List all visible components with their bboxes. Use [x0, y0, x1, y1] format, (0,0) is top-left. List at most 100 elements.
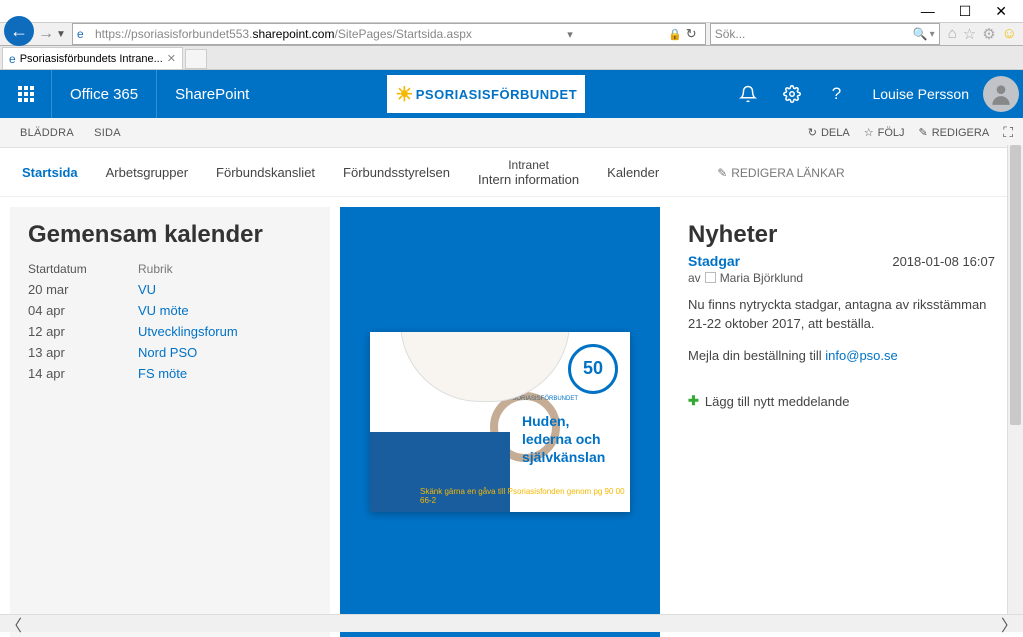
pencil-icon: ✎ [919, 126, 928, 139]
help-button[interactable]: ? [814, 70, 858, 118]
pencil-icon: ✎ [717, 166, 727, 180]
nav-kalender[interactable]: Kalender [607, 165, 659, 180]
promo-panel: 50 PSORIASISFÖRBUNDET Huden, lederna och… [340, 207, 660, 637]
app-launcher-button[interactable] [0, 70, 52, 118]
site-top-nav: Startsida Arbetsgrupper Förbundskansliet… [0, 148, 1023, 197]
nav-arbetsgrupper[interactable]: Arbetsgrupper [106, 165, 188, 180]
news-panel: Nyheter Stadgar 2018-01-08 16:07 av Mari… [670, 207, 1013, 637]
url-host: sharepoint.com [252, 27, 334, 41]
bell-icon [739, 85, 757, 103]
user-name[interactable]: Louise Persson [858, 86, 983, 102]
calendar-row: 14 apr FS möte [28, 363, 312, 384]
brand-text: PSORIASISFÖRBUNDET [416, 87, 577, 102]
horizontal-scrollbar[interactable]: 〈 〉 [0, 614, 1023, 632]
ribbon-tab-page[interactable]: SIDA [84, 127, 131, 139]
cal-date: 04 apr [28, 303, 138, 318]
home-icon[interactable]: ⌂ [948, 25, 957, 43]
tools-icon[interactable]: ⚙ [982, 25, 995, 43]
nav-dropdown-icon[interactable]: ▾ [561, 28, 573, 41]
add-announcement-button[interactable]: ✚ Lägg till nytt meddelande [688, 393, 995, 409]
minimize-button[interactable]: — [921, 3, 935, 19]
search-icon[interactable]: 🔍 [913, 27, 928, 41]
waffle-icon [18, 86, 34, 102]
forward-button[interactable]: → [36, 25, 56, 43]
url-prefix: https://psoriasisforbundet553. [95, 27, 252, 41]
page-content: Gemensam kalender Startdatum Rubrik 20 m… [0, 197, 1023, 637]
cal-event-link[interactable]: Nord PSO [138, 345, 197, 360]
nav-startsida[interactable]: Startsida [22, 165, 78, 180]
browser-search-input[interactable]: Sök... 🔍 ▾ [710, 23, 940, 45]
site-logo[interactable]: ☀ PSORIASISFÖRBUNDET [387, 75, 585, 113]
url-path: /SitePages/Startsida.aspx [334, 27, 471, 41]
search-placeholder: Sök... [715, 27, 746, 41]
calendar-col-date: Startdatum [28, 262, 138, 276]
nav-forbundsstyrelsen[interactable]: Förbundsstyrelsen [343, 165, 450, 180]
maximize-button[interactable]: ☐ [959, 3, 972, 20]
cal-date: 13 apr [28, 345, 138, 360]
news-byline: av Maria Björklund [688, 271, 995, 285]
edit-button[interactable]: ✎REDIGERA [919, 126, 990, 139]
follow-button[interactable]: ☆FÖLJ [864, 126, 905, 139]
search-dropdown-icon[interactable]: ▾ [928, 29, 935, 40]
sharepoint-link[interactable]: SharePoint [157, 86, 267, 103]
page-ribbon: BLÄDDRA SIDA ↻DELA ☆FÖLJ ✎REDIGERA ⛶ [0, 118, 1023, 148]
nav-forbundskansliet[interactable]: Förbundskansliet [216, 165, 315, 180]
cal-date: 20 mar [28, 282, 138, 297]
ie-icon: e [77, 27, 91, 41]
gear-icon [783, 85, 801, 103]
browser-toolbar-icons: ⌂ ☆ ⚙ ☺ [942, 25, 1023, 43]
ribbon-tab-browse[interactable]: BLÄDDRA [10, 127, 84, 139]
tab-title: Psoriasisförbundets Intrane... [20, 53, 163, 65]
cal-event-link[interactable]: VU möte [138, 303, 189, 318]
plus-icon: ✚ [688, 393, 699, 409]
share-icon: ↻ [808, 126, 817, 139]
news-author[interactable]: Maria Björklund [720, 271, 803, 285]
news-title: Nyheter [688, 221, 995, 249]
close-button[interactable]: ✕ [995, 3, 1007, 20]
browser-toolbar: ← → ▼ e https://psoriasisforbundet553.sh… [0, 22, 1023, 46]
email-link[interactable]: info@pso.se [825, 348, 897, 363]
nav-intern-information[interactable]: Intranet Intern information [478, 158, 579, 188]
lock-icon: 🔒 [662, 28, 682, 41]
share-button[interactable]: ↻DELA [808, 126, 850, 139]
feedback-icon[interactable]: ☺ [1002, 25, 1017, 43]
cal-date: 14 apr [28, 366, 138, 381]
author-presence-icon [705, 272, 716, 283]
favorites-icon[interactable]: ☆ [963, 25, 976, 43]
promo-image[interactable]: 50 PSORIASISFÖRBUNDET Huden, lederna och… [370, 332, 630, 512]
calendar-row: 04 apr VU möte [28, 300, 312, 321]
scroll-thumb[interactable] [1010, 145, 1021, 425]
user-avatar[interactable] [983, 76, 1019, 112]
browser-tab[interactable]: e Psoriasisförbundets Intrane... ✕ [2, 47, 183, 69]
news-body: Nu finns nytryckta stadgar, antagna av r… [688, 295, 995, 366]
vertical-scrollbar[interactable] [1007, 145, 1023, 614]
address-bar[interactable]: e https://psoriasisforbundet553.sharepoi… [72, 23, 706, 45]
anniversary-badge: 50 [568, 344, 618, 394]
settings-button[interactable] [770, 70, 814, 118]
window-controls: — ☐ ✕ [0, 0, 1023, 22]
focus-button[interactable]: ⛶ [1003, 124, 1013, 141]
back-button[interactable]: ← [4, 16, 34, 46]
new-tab-button[interactable] [185, 49, 207, 69]
cal-event-link[interactable]: VU [138, 282, 156, 297]
cal-date: 12 apr [28, 324, 138, 339]
promo-headline: Huden, lederna och självkänslan [522, 412, 622, 467]
star-icon: ☆ [864, 126, 874, 139]
cal-event-link[interactable]: FS möte [138, 366, 187, 381]
office365-link[interactable]: Office 365 [52, 70, 157, 118]
calendar-row: 20 mar VU [28, 279, 312, 300]
sun-icon: ☀ [395, 82, 413, 107]
close-tab-icon[interactable]: ✕ [167, 52, 176, 65]
calendar-title: Gemensam kalender [28, 221, 312, 249]
news-item-title[interactable]: Stadgar [688, 253, 740, 269]
notifications-button[interactable] [726, 70, 770, 118]
cal-event-link[interactable]: Utvecklingsforum [138, 324, 238, 339]
calendar-row: 12 apr Utvecklingsforum [28, 321, 312, 342]
nav-history-dropdown[interactable]: ▼ [56, 29, 70, 40]
person-icon [988, 81, 1014, 107]
calendar-row: 13 apr Nord PSO [28, 342, 312, 363]
edit-nav-links-button[interactable]: ✎ REDIGERA LÄNKAR [717, 166, 844, 180]
calendar-panel: Gemensam kalender Startdatum Rubrik 20 m… [10, 207, 330, 637]
refresh-button[interactable]: ↻ [682, 26, 701, 42]
browser-tab-strip: e Psoriasisförbundets Intrane... ✕ [0, 46, 1023, 70]
